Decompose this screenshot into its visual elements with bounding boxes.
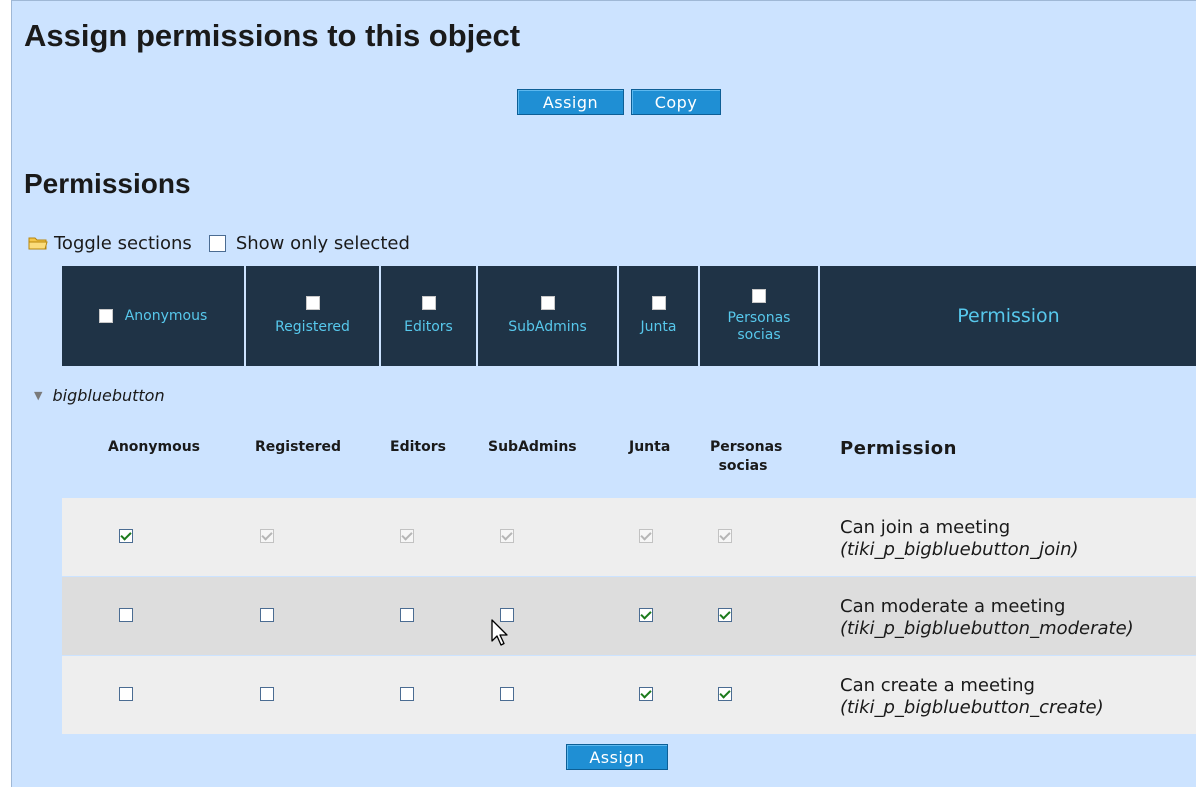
permission-checkbox-editors[interactable] [400,608,414,622]
permission-checkbox-registered[interactable] [260,687,274,701]
col-personas-label-1: Personas [710,439,783,455]
group-subadmins-checkbox[interactable] [540,296,555,310]
group-anonymous-label: Anonymous [124,307,208,324]
group-junta-label: Junta [640,319,677,335]
panel-top-border [12,0,1196,1]
permission-checkbox-anonymous[interactable] [119,608,133,622]
group-editors[interactable]: Editors [381,266,478,366]
mouse-pointer-icon [491,619,509,651]
permission-checkbox-editors[interactable] [400,687,414,701]
permission-label: Can moderate a meeting [840,596,1066,617]
permissions-panel: Assign permissions to this object Assign… [11,0,1196,787]
permission-text: Can join a meeting (tiki_p_bigbluebutton… [840,517,1079,561]
col-junta: Junta [629,439,671,455]
col-personas-label-2: socias [718,458,768,474]
table-row: Can create a meeting (tiki_p_bigbluebutt… [62,656,1196,734]
col-anonymous: Anonymous [108,439,201,455]
col-registered: Registered [255,439,342,455]
group-personas-label-2: socias [737,326,781,343]
toggle-row: Toggle sections Show only selected [28,231,410,255]
permission-checkbox-subadmins[interactable] [500,687,514,701]
permission-label: Can join a meeting [840,517,1011,538]
page-title: Assign permissions to this object [24,18,521,53]
group-anonymous-checkbox[interactable] [98,309,113,323]
group-registered[interactable]: Registered [246,266,381,366]
assign-bottom-button[interactable]: Assign [566,744,668,770]
group-select-header: Anonymous Registered Editors SubAdmins J… [62,266,1196,366]
group-editors-checkbox[interactable] [421,296,436,310]
group-anonymous[interactable]: Anonymous [62,266,246,366]
group-junta-checkbox[interactable] [651,296,666,310]
permission-checkbox-anonymous[interactable] [119,529,133,543]
permission-text: Can moderate a meeting (tiki_p_bigbluebu… [840,596,1134,640]
assign-button[interactable]: Assign [517,89,624,115]
group-personas-socias[interactable]: Personas socias [700,266,820,366]
permission-checkbox-personas-socias[interactable] [718,687,732,701]
permission-checkbox-personas-socias[interactable] [718,608,732,622]
permission-header-label: Permission [957,304,1060,327]
permission-checkbox-registered[interactable] [260,608,274,622]
section-bigbluebutton[interactable]: ▼ bigbluebutton [34,386,165,405]
permission-code: (tiki_p_bigbluebutton_moderate) [840,618,1134,639]
show-only-selected-checkbox[interactable] [208,234,226,252]
triangle-down-icon[interactable]: ▼ [34,389,42,402]
col-personas-socias: Personas socias [710,438,783,476]
permission-code: (tiki_p_bigbluebutton_join) [840,539,1079,560]
group-subadmins-label: SubAdmins [508,319,587,335]
permission-checkbox-personas-socias [718,529,732,543]
group-permission-header: Permission [820,266,1196,366]
table-row: Can join a meeting (tiki_p_bigbluebutton… [62,498,1196,576]
group-registered-checkbox[interactable] [305,296,320,310]
col-permission: Permission [840,438,957,459]
permission-checkbox-junta [639,529,653,543]
group-editors-label: Editors [404,319,453,335]
permissions-heading: Permissions [24,168,191,199]
group-personas-label-1: Personas [727,309,791,326]
permission-checkbox-registered [260,529,274,543]
permission-checkbox-subadmins [500,529,514,543]
section-name: bigbluebutton [52,386,165,405]
permission-checkbox-junta[interactable] [639,608,653,622]
toggle-sections-link[interactable]: Toggle sections [54,233,192,254]
group-junta[interactable]: Junta [619,266,700,366]
table-row: Can moderate a meeting (tiki_p_bigbluebu… [62,577,1196,655]
permission-checkbox-anonymous[interactable] [119,687,133,701]
permission-checkbox-junta[interactable] [639,687,653,701]
col-editors: Editors [390,439,446,455]
folder-icon[interactable] [28,235,48,251]
permission-code: (tiki_p_bigbluebutton_create) [840,697,1104,718]
group-personas-socias-checkbox[interactable] [752,288,766,303]
permission-checkbox-editors [400,529,414,543]
permission-text: Can create a meeting (tiki_p_bigbluebutt… [840,675,1104,719]
show-only-selected-label: Show only selected [235,232,410,254]
col-subadmins: SubAdmins [488,439,577,455]
copy-button[interactable]: Copy [631,89,721,115]
permission-label: Can create a meeting [840,675,1035,696]
group-subadmins[interactable]: SubAdmins [478,266,619,366]
group-registered-label: Registered [275,319,350,335]
